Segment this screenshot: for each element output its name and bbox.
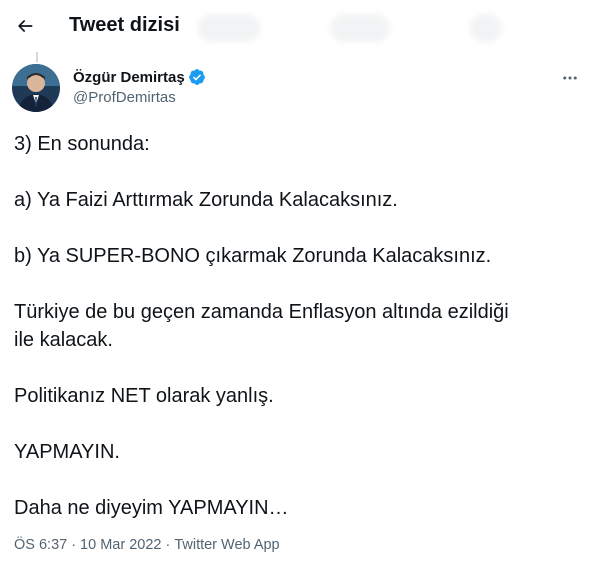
more-horizontal-icon	[561, 69, 579, 87]
tweet-date[interactable]: 10 Mar 2022	[80, 537, 161, 553]
blurred-overlay	[330, 14, 390, 42]
author-name-row: Özgür Demirtaş	[73, 68, 206, 86]
meta-separator: ·	[165, 537, 171, 553]
thread-connector-line	[36, 52, 38, 62]
tweet-line: YAPMAYIN.	[14, 441, 120, 463]
tweet-line: b) Ya SUPER-BONO çıkarmak Zorunda Kalaca…	[14, 245, 492, 267]
arrow-left-icon	[15, 16, 35, 36]
page-header: Tweet dizisi	[0, 0, 592, 53]
author-handle[interactable]: @ProfDemirtas	[73, 89, 176, 106]
meta-separator: ·	[71, 537, 77, 553]
tweet-line: a) Ya Faizi Arttırmak Zorunda Kalacaksın…	[14, 189, 398, 211]
more-options-button[interactable]	[556, 64, 584, 92]
author-name[interactable]: Özgür Demirtaş	[73, 69, 185, 86]
blurred-overlay	[198, 14, 260, 42]
tweet-source[interactable]: Twitter Web App	[174, 537, 279, 553]
blurred-overlay	[470, 14, 502, 42]
tweet-line: ile kalacak.	[14, 329, 113, 351]
tweet-line: Türkiye de bu geçen zamanda Enflasyon al…	[14, 301, 509, 323]
verified-badge-icon	[188, 68, 206, 86]
tweet-line: Daha ne diyeyim YAPMAYIN…	[14, 497, 289, 519]
back-button[interactable]	[8, 9, 42, 43]
page-title: Tweet dizisi	[69, 14, 180, 36]
tweet-time[interactable]: ÖS 6:37	[14, 537, 67, 553]
tweet-line: 3) En sonunda:	[14, 133, 150, 155]
tweet-metadata: ÖS 6:37 · 10 Mar 2022 · Twitter Web App	[14, 537, 280, 553]
tweet-line: Politikanız NET olarak yanlış.	[14, 385, 274, 407]
author-avatar[interactable]	[12, 64, 60, 112]
